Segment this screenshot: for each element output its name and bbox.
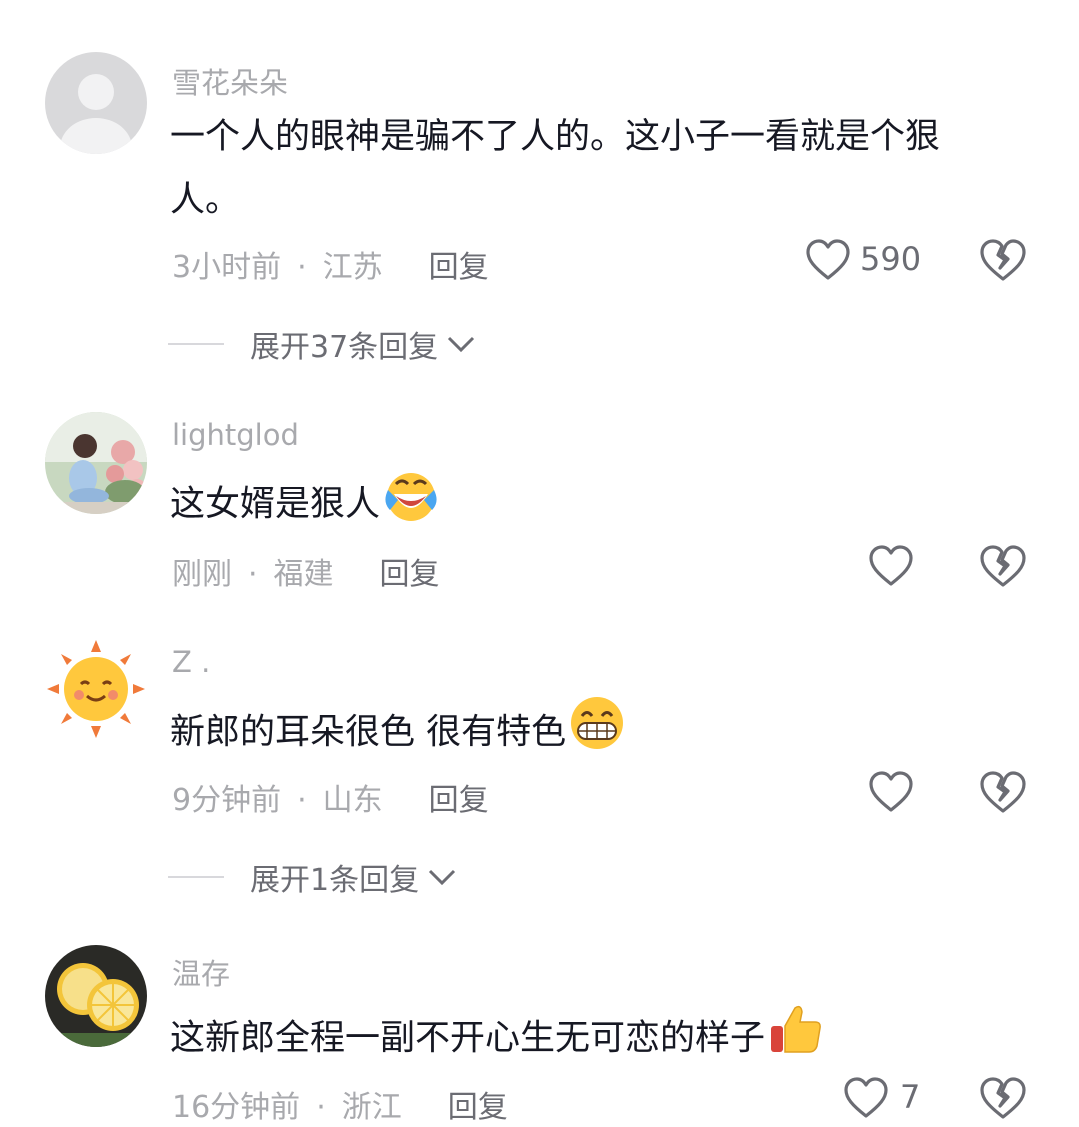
comment-meta: 9分钟前 · 山东 回复: [172, 775, 489, 819]
broken-heart-icon[interactable]: [978, 235, 1028, 285]
like-count: 590: [860, 240, 922, 278]
reply-button[interactable]: 回复: [429, 783, 489, 818]
heart-icon[interactable]: [842, 1074, 890, 1122]
comment-text: 这女婿是狠人: [170, 466, 1000, 545]
broken-heart-icon[interactable]: [978, 541, 1028, 591]
thumbs-up-emoji: [767, 1000, 825, 1079]
broken-heart-icon[interactable]: [978, 1073, 1028, 1123]
username[interactable]: 雪花朵朵: [172, 60, 288, 102]
timestamp: 16分钟前: [172, 1090, 301, 1125]
expand-label: 展开1条回复: [250, 863, 420, 898]
reply-button[interactable]: 回复: [448, 1090, 508, 1125]
lemon-avatar[interactable]: [45, 945, 147, 1047]
location: 山东: [322, 783, 383, 818]
default-avatar[interactable]: [45, 52, 147, 154]
separator: ·: [316, 1090, 326, 1125]
comment-text-body: 这女婿是狠人: [170, 484, 381, 525]
heart-icon[interactable]: [867, 768, 915, 816]
reply-button[interactable]: 回复: [429, 250, 489, 285]
timestamp: 刚刚: [172, 557, 232, 592]
timestamp: 3小时前: [172, 250, 282, 285]
expand-replies-button[interactable]: 展开1条回复: [168, 855, 457, 899]
location: 福建: [273, 557, 334, 592]
chevron-down-icon: [448, 336, 475, 353]
divider-line: [168, 343, 224, 345]
comment-text-body: 新郎的耳朵很色 很有特色: [170, 712, 567, 753]
timestamp: 9分钟前: [172, 783, 282, 818]
location: 浙江: [341, 1090, 402, 1125]
heart-icon[interactable]: [867, 542, 915, 590]
girl-with-flowers-avatar[interactable]: [45, 412, 147, 514]
username[interactable]: Z .: [172, 645, 210, 679]
comment-text: 新郎的耳朵很色 很有特色: [170, 694, 1000, 773]
grinning-teeth-emoji: [568, 694, 626, 773]
smiling-sun-avatar[interactable]: [45, 638, 147, 740]
reply-button[interactable]: 回复: [380, 557, 440, 592]
broken-heart-icon[interactable]: [978, 767, 1028, 817]
heart-icon[interactable]: [804, 236, 852, 284]
comment-text: 一个人的眼神是骗不了人的。这小子一看就是个狠人。: [170, 117, 941, 220]
comment-meta: 刚刚 · 福建 回复: [172, 549, 440, 593]
chevron-down-icon: [429, 869, 456, 886]
like-count: 7: [900, 1078, 921, 1116]
expand-replies-button[interactable]: 展开37条回复: [168, 322, 476, 366]
username[interactable]: lightglod: [172, 418, 299, 452]
comment-meta: 3小时前 · 江苏 回复: [172, 242, 489, 286]
laughing-crying-emoji: [382, 466, 440, 545]
comment-text-body: 这新郎全程一副不开心生无可恋的样子: [170, 1018, 766, 1059]
location: 江苏: [322, 250, 383, 285]
expand-label: 展开37条回复: [250, 330, 439, 365]
separator: ·: [297, 783, 307, 818]
separator: ·: [297, 250, 307, 285]
comment-meta: 16分钟前 · 浙江 回复: [172, 1082, 508, 1126]
divider-line: [168, 876, 224, 878]
comment-text: 这新郎全程一副不开心生无可恋的样子: [170, 1000, 1000, 1079]
separator: ·: [248, 557, 258, 592]
username[interactable]: 温存: [172, 951, 230, 993]
